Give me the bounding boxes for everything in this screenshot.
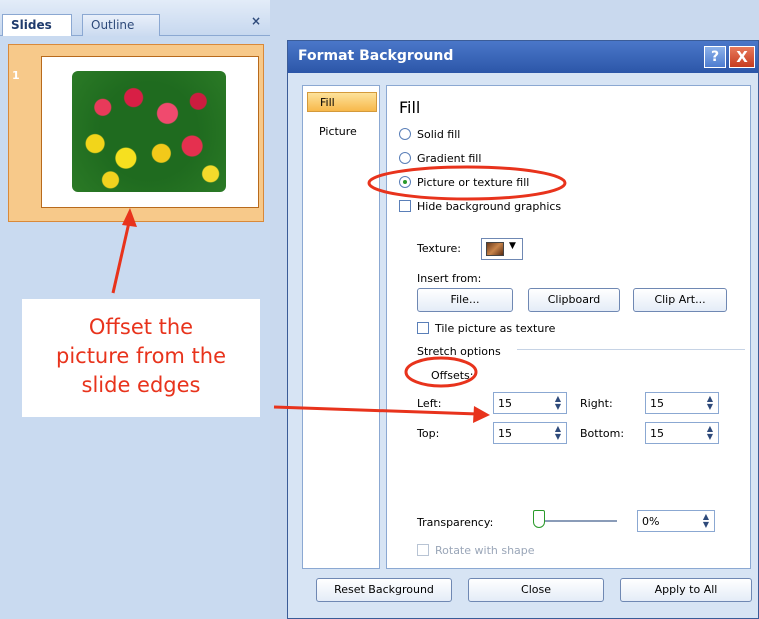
nav-item-fill[interactable]: Fill: [307, 92, 377, 112]
texture-label: Texture:: [417, 242, 461, 255]
solid-fill-radio[interactable]: [399, 128, 411, 140]
left-offset-label: Left:: [417, 397, 442, 410]
right-offset-value: 15: [650, 397, 664, 410]
transparency-slider-track[interactable]: [539, 520, 617, 522]
right-offset-stepper[interactable]: 15 ▲ ▼: [645, 392, 719, 414]
callout-line-1: Offset the: [88, 315, 194, 339]
picture-fill-label: Picture or texture fill: [417, 176, 530, 189]
offsets-label: Offsets:: [431, 369, 474, 382]
tab-slides[interactable]: Slides: [2, 14, 72, 36]
stretch-options-label: Stretch options: [417, 345, 501, 358]
slide-thumbnail-row[interactable]: 1: [8, 44, 264, 222]
clipboard-button[interactable]: Clipboard: [528, 288, 620, 312]
pane-tabs: Slides Outline ×: [0, 0, 270, 36]
stretch-divider: [517, 349, 745, 350]
annotation-callout: Offset the picture from the slide edges: [22, 299, 260, 417]
picture-fill-option[interactable]: Picture or texture fill: [399, 176, 529, 189]
callout-line-2: picture from the: [55, 344, 227, 368]
help-icon[interactable]: ?: [704, 46, 726, 68]
callout-text: Offset the picture from the slide edges: [22, 313, 260, 400]
rotate-label: Rotate with shape: [435, 544, 535, 557]
bottom-offset-value: 15: [650, 427, 664, 440]
left-offset-value: 15: [498, 397, 512, 410]
top-offset-stepper[interactable]: 15 ▲ ▼: [493, 422, 567, 444]
format-background-dialog: Format Background ? X Fill Picture Fill …: [287, 40, 759, 619]
transparency-label: Transparency:: [417, 516, 494, 529]
spin-arrows-icon[interactable]: ▲ ▼: [552, 395, 564, 411]
chevron-down-icon: ▼: [509, 241, 516, 251]
texture-picker[interactable]: ▼: [481, 238, 523, 260]
dialog-titlebar[interactable]: Format Background ? X: [288, 41, 758, 73]
transparency-stepper[interactable]: 0% ▲ ▼: [637, 510, 715, 532]
spin-arrows-icon[interactable]: ▲ ▼: [552, 425, 564, 441]
flower-photo: [72, 71, 226, 192]
hide-graphics-option[interactable]: Hide background graphics: [399, 200, 561, 213]
bottom-offset-label: Bottom:: [580, 427, 625, 440]
spin-arrows-icon[interactable]: ▲ ▼: [700, 513, 712, 529]
hide-graphics-label: Hide background graphics: [417, 200, 562, 213]
slide-number: 1: [12, 69, 20, 82]
spin-arrows-icon[interactable]: ▲ ▼: [704, 425, 716, 441]
tab-outline[interactable]: Outline: [82, 14, 160, 36]
fill-panel: Fill Solid fill Gradient fill Picture or…: [386, 85, 751, 569]
callout-line-3: slide edges: [81, 373, 201, 397]
tile-checkbox[interactable]: [417, 322, 429, 334]
gradient-fill-radio[interactable]: [399, 152, 411, 164]
rotate-option: Rotate with shape: [417, 544, 535, 557]
clip-art-button[interactable]: Clip Art...: [633, 288, 727, 312]
tile-option[interactable]: Tile picture as texture: [417, 322, 555, 335]
close-icon[interactable]: X: [729, 46, 755, 68]
rotate-checkbox: [417, 544, 429, 556]
hide-graphics-checkbox[interactable]: [399, 200, 411, 212]
spin-arrows-icon[interactable]: ▲ ▼: [704, 395, 716, 411]
close-button[interactable]: Close: [468, 578, 604, 602]
transparency-slider-thumb[interactable]: [533, 510, 545, 528]
insert-from-label: Insert from:: [417, 272, 482, 285]
pane-close-icon[interactable]: ×: [248, 14, 264, 30]
right-offset-label: Right:: [580, 397, 613, 410]
picture-fill-radio[interactable]: [399, 176, 411, 188]
fill-heading: Fill: [399, 98, 421, 117]
dialog-title: Format Background: [298, 48, 454, 64]
left-offset-stepper[interactable]: 15 ▲ ▼: [493, 392, 567, 414]
top-offset-value: 15: [498, 427, 512, 440]
reset-background-button[interactable]: Reset Background: [316, 578, 452, 602]
apply-to-all-button[interactable]: Apply to All: [620, 578, 752, 602]
gradient-fill-option[interactable]: Gradient fill: [399, 152, 481, 165]
nav-item-picture[interactable]: Picture: [307, 122, 377, 142]
solid-fill-option[interactable]: Solid fill: [399, 128, 460, 141]
gradient-fill-label: Gradient fill: [417, 152, 482, 165]
solid-fill-label: Solid fill: [417, 128, 461, 141]
top-offset-label: Top:: [417, 427, 440, 440]
tile-label: Tile picture as texture: [435, 322, 556, 335]
file-button[interactable]: File...: [417, 288, 513, 312]
texture-swatch-icon: [486, 242, 504, 256]
bottom-offset-stepper[interactable]: 15 ▲ ▼: [645, 422, 719, 444]
transparency-value: 0%: [642, 515, 660, 528]
slide-thumbnail[interactable]: [41, 56, 259, 208]
dialog-nav: Fill Picture: [302, 85, 380, 569]
